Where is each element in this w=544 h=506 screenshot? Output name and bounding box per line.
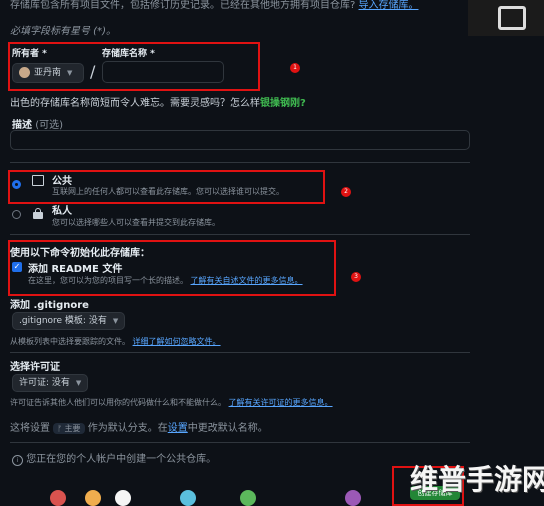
description-label: 描述 (可选) — [12, 120, 63, 131]
chevron-down-icon: ▼ — [112, 317, 119, 325]
divider — [10, 442, 470, 443]
divider — [10, 352, 470, 353]
gitignore-hint: 从模板列表中选择要跟踪的文件。 详细了解如何忽略文件。 — [10, 337, 221, 346]
public-notice: i 您正在您的个人帐户中创建一个公共仓库。 — [12, 450, 216, 466]
divider — [10, 162, 470, 163]
description-input[interactable] — [10, 130, 470, 150]
annotation-box-3 — [8, 240, 336, 296]
annotation-marker-1: 1 — [290, 63, 300, 73]
chevron-down-icon: ▼ — [75, 379, 82, 387]
blue-app-icon[interactable] — [180, 490, 196, 506]
annotation-box-1 — [8, 42, 260, 91]
info-icon: i — [12, 455, 23, 466]
corner-logo — [468, 0, 544, 36]
branch-icon: ᚠ — [57, 424, 62, 433]
lock-icon — [33, 208, 43, 219]
private-radio[interactable] — [12, 210, 21, 219]
annotation-box-2 — [8, 170, 325, 204]
divider — [10, 234, 470, 235]
watermark-text: 维普手游网 — [410, 463, 544, 496]
teal-app-icon[interactable] — [240, 490, 256, 506]
gitignore-title: 添加 .gitignore — [10, 300, 89, 311]
annotation-marker-2: 2 — [341, 187, 351, 197]
purple-app-icon[interactable] — [345, 490, 361, 506]
license-title: 选择许可证 — [10, 362, 60, 373]
name-hint: 出色的存储库名称简短而令人难忘。需要灵感吗？怎么样银操钢刚? — [10, 98, 306, 109]
annotation-marker-3: 3 — [351, 272, 361, 282]
intro-text: 存储库包含所有项目文件，包括修订历史记录。已经在其他地方拥有项目仓库? 导入存储… — [10, 0, 419, 11]
red-app-icon[interactable] — [50, 490, 66, 506]
required-note: 必填字段标有星号 (*)。 — [10, 26, 116, 37]
license-learn-more-link[interactable]: 了解有关许可证的更多信息。 — [229, 398, 333, 407]
gitignore-learn-more-link[interactable]: 详细了解如何忽略文件。 — [133, 337, 221, 346]
private-description: 您可以选择哪些人可以查看并提交到此存储库。 — [52, 218, 220, 227]
orange-app-icon[interactable] — [85, 490, 101, 506]
license-select[interactable]: 许可证: 没有 ▼ — [12, 374, 89, 392]
private-title: 私人 — [52, 206, 72, 217]
white-app-icon[interactable] — [115, 490, 131, 506]
name-suggestion[interactable]: 银操钢刚? — [260, 98, 306, 109]
default-branch-note: 这将设置 ᚠ 主要 作为默认分支。在设置中更改默认名称。 — [10, 423, 268, 434]
license-hint: 许可证告诉其他人他们可以用你的代码做什么和不能做什么。 了解有关许可证的更多信息… — [10, 398, 333, 407]
branch-badge: ᚠ 主要 — [53, 423, 85, 434]
gitignore-select[interactable]: .gitignore 模板: 没有 ▼ — [12, 312, 126, 330]
import-repo-link[interactable]: 导入存储库。 — [359, 0, 419, 11]
settings-link[interactable]: 设置 — [168, 423, 188, 434]
